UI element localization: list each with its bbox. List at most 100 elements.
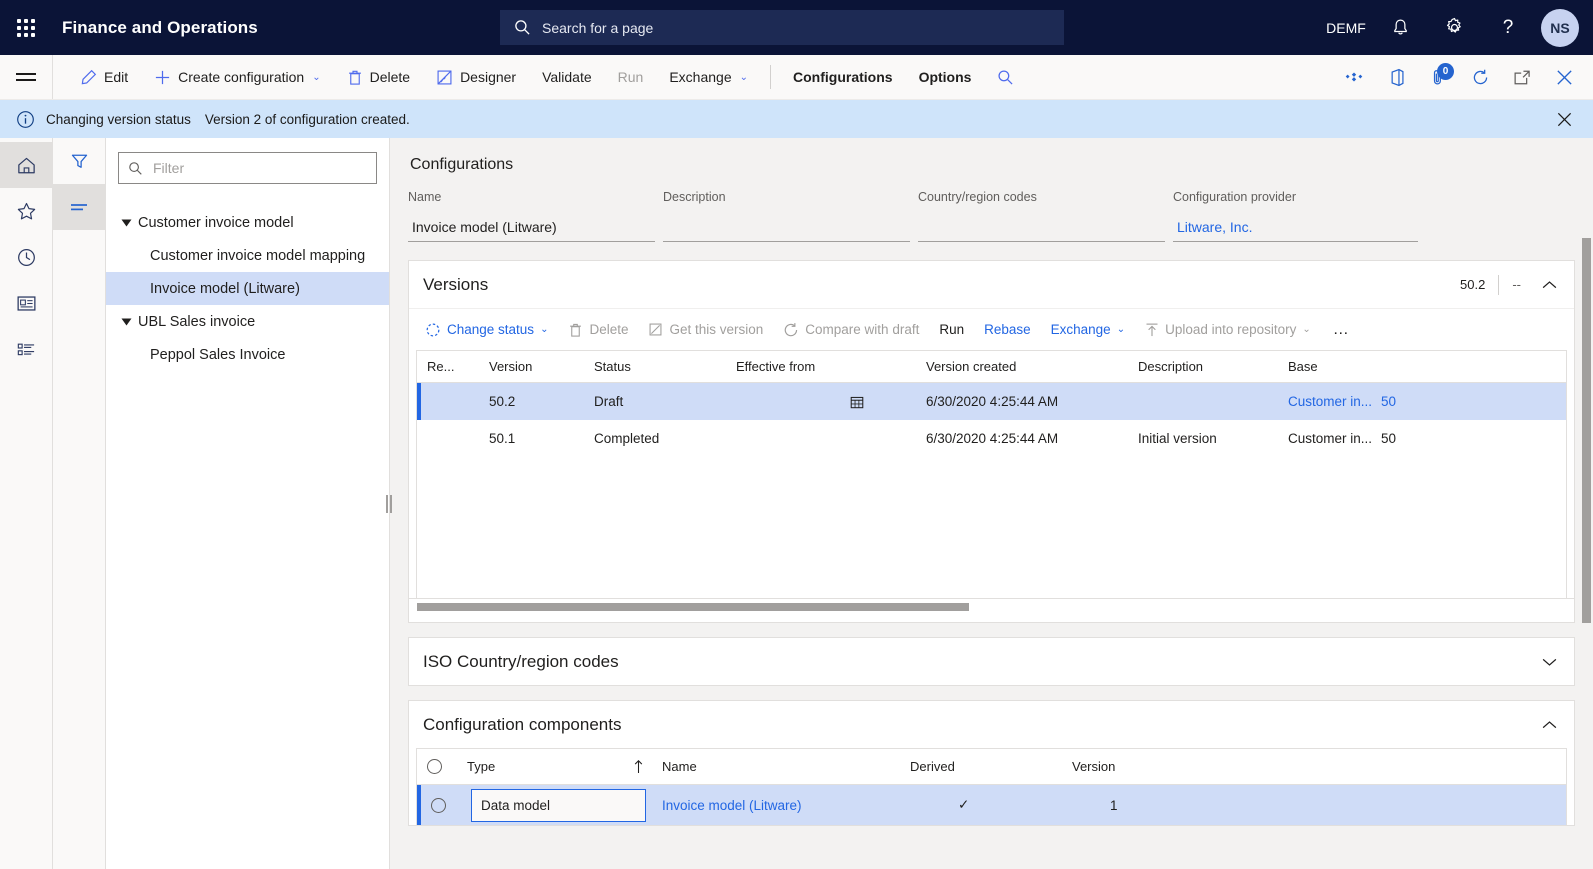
tree-list-button[interactable] <box>52 184 106 230</box>
configurations-tab[interactable]: Configurations <box>780 55 906 99</box>
get-this-version-button[interactable]: Get this version <box>638 309 773 351</box>
message-close-button[interactable] <box>1547 100 1581 138</box>
company-selector[interactable]: DEMF <box>1319 0 1373 55</box>
rail-item-recent[interactable] <box>0 234 53 280</box>
column-header-re[interactable]: Re... <box>417 359 479 374</box>
settings-button[interactable] <box>1427 0 1481 55</box>
horizontal-scrollbar-thumb[interactable] <box>417 603 969 611</box>
name-value[interactable]: Invoice model (Litware) <box>408 212 655 242</box>
help-button[interactable]: ? <box>1481 0 1535 55</box>
designer-button[interactable]: Designer <box>423 55 529 99</box>
run-button[interactable]: Run <box>605 55 657 99</box>
rail-item-modules[interactable] <box>0 326 53 372</box>
exchange-button[interactable]: Exchange ⌄ <box>656 55 761 99</box>
chevron-down-icon: ⌄ <box>540 324 549 335</box>
column-header-status[interactable]: Status <box>584 359 726 374</box>
versions-delete-button[interactable]: Delete <box>558 309 638 351</box>
column-header-effective-from[interactable]: Effective from <box>726 359 916 374</box>
calendar-icon[interactable] <box>850 395 864 409</box>
cell-status: Draft <box>594 394 624 409</box>
column-header-version-created[interactable]: Version created <box>916 359 1128 374</box>
edit-button[interactable]: Edit <box>67 55 141 99</box>
cell-base[interactable]: Customer in... <box>1278 394 1371 409</box>
components-collapse-button[interactable] <box>1534 720 1564 730</box>
tree-item-peppol-sales-invoice[interactable]: Peppol Sales Invoice <box>106 338 389 371</box>
rail-item-favorites[interactable] <box>0 188 53 234</box>
column-header-type-label: Type <box>467 759 496 774</box>
expand-triangle-icon[interactable] <box>118 317 134 327</box>
options-label: Options <box>918 69 972 85</box>
versions-run-button[interactable]: Run <box>929 309 974 351</box>
rail-item-home[interactable] <box>0 142 53 188</box>
global-search[interactable] <box>500 10 1064 45</box>
validate-button[interactable]: Validate <box>529 55 605 99</box>
column-header-version[interactable]: Version <box>479 359 584 374</box>
delete-button[interactable]: Delete <box>334 55 423 99</box>
navigation-menu-button[interactable] <box>0 55 53 99</box>
exchange-label: Exchange <box>669 69 732 85</box>
create-configuration-button[interactable]: Create configuration ⌄ <box>141 55 333 99</box>
column-header-derived[interactable]: Derived <box>900 759 1062 774</box>
app-launcher-button[interactable] <box>0 0 52 55</box>
tree-item-customer-invoice-model[interactable]: Customer invoice model <box>106 206 389 239</box>
radio-circle-icon[interactable] <box>427 759 442 774</box>
configuration-provider-value[interactable]: Litware, Inc. <box>1173 212 1418 242</box>
description-value[interactable] <box>663 212 910 242</box>
tree-item-invoice-model-litware[interactable]: Invoice model (Litware) <box>106 272 389 305</box>
rebase-button[interactable]: Rebase <box>974 309 1041 351</box>
versions-exchange-button[interactable]: Exchange ⌄ <box>1041 309 1135 351</box>
column-header-select-all[interactable] <box>417 759 457 774</box>
funnel-icon <box>70 152 89 171</box>
pane-splitter[interactable] <box>385 138 393 869</box>
cell-base-number[interactable]: 50 <box>1371 394 1431 409</box>
expand-triangle-icon[interactable] <box>118 218 134 228</box>
table-row[interactable]: Data model Invoice model (Litware) ✓ 1 <box>417 785 1566 825</box>
country-region-codes-value[interactable] <box>918 212 1165 242</box>
versions-overflow-button[interactable]: … <box>1321 321 1363 339</box>
tree-item-ubl-sales-invoice[interactable]: UBL Sales invoice <box>106 305 389 338</box>
tree-filter-input[interactable] <box>151 159 367 177</box>
cell-name[interactable]: Invoice model (Litware) <box>652 798 900 813</box>
avatar[interactable]: NS <box>1541 8 1579 47</box>
upload-into-repository-button[interactable]: Upload into repository ⌄ <box>1135 309 1321 351</box>
column-header-description[interactable]: Description <box>1128 359 1278 374</box>
compare-with-draft-button[interactable]: Compare with draft <box>773 309 929 351</box>
horizontal-scrollbar-track[interactable] <box>409 598 1574 614</box>
cell-effective-from[interactable] <box>726 395 916 409</box>
column-header-base[interactable]: Base <box>1278 359 1398 374</box>
column-header-type[interactable]: Type <box>457 759 622 774</box>
tree-filter-button[interactable] <box>53 138 106 184</box>
iso-header-right <box>1534 638 1564 685</box>
column-header-name[interactable]: Name <box>652 759 900 774</box>
tree-item-customer-invoice-model-mapping[interactable]: Customer invoice model mapping <box>106 239 389 272</box>
rail-item-workspaces[interactable] <box>0 280 53 326</box>
versions-collapse-button[interactable] <box>1534 280 1564 290</box>
home-icon <box>16 155 37 176</box>
open-in-new-window-button[interactable] <box>1501 55 1543 99</box>
office-button[interactable] <box>1375 55 1417 99</box>
type-editable-cell[interactable]: Data model <box>471 788 646 822</box>
cell-status: Completed <box>594 431 660 446</box>
change-status-button[interactable]: Change status ⌄ <box>415 309 558 351</box>
column-header-version[interactable]: Version <box>1062 759 1222 774</box>
cell-type[interactable]: Data model <box>457 788 652 822</box>
iso-expand-button[interactable] <box>1534 657 1564 667</box>
table-row[interactable]: 50.1 Completed 6/30/2020 4:25:44 AM Init… <box>417 420 1566 457</box>
search-input[interactable] <box>540 18 1035 37</box>
iso-country-region-codes-section: ISO Country/region codes <box>408 637 1575 686</box>
row-select-cell[interactable] <box>421 797 457 813</box>
notifications-button[interactable] <box>1373 0 1427 55</box>
close-page-button[interactable] <box>1543 55 1585 99</box>
table-row[interactable]: 50.2 Draft 6/30/2020 4:25:44 AM Customer… <box>417 383 1566 420</box>
tree-filter-box[interactable] <box>118 152 377 184</box>
relationships-button[interactable] <box>1333 55 1375 99</box>
attachments-button[interactable]: 0 <box>1417 55 1459 99</box>
question-mark-icon: ? <box>1502 16 1514 38</box>
options-tab[interactable]: Options <box>906 55 985 99</box>
components-header[interactable]: Configuration components <box>409 701 1574 748</box>
refresh-button[interactable] <box>1459 55 1501 99</box>
content-vertical-scrollbar[interactable] <box>1582 238 1591 623</box>
command-search-button[interactable] <box>984 55 1027 99</box>
iso-header[interactable]: ISO Country/region codes <box>409 638 1574 685</box>
radio-circle-icon[interactable] <box>431 797 446 813</box>
